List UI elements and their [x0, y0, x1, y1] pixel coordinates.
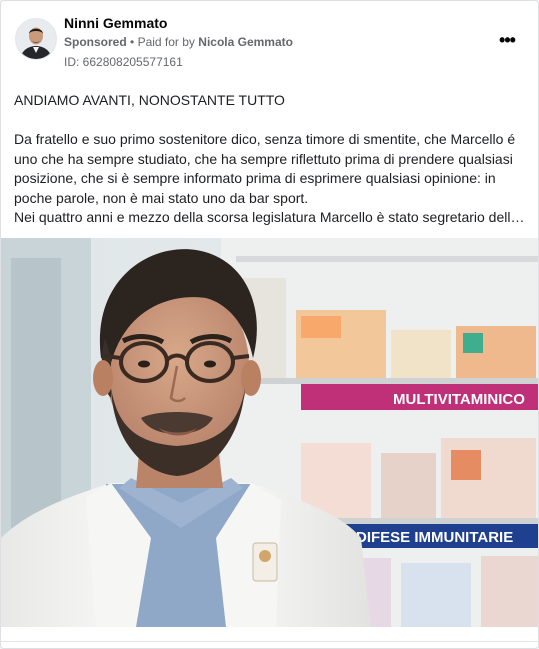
page-name[interactable]: Ninni Gemmato	[64, 15, 167, 31]
avatar[interactable]	[15, 18, 57, 60]
post-line: Da fratello e suo primo sostenitore dico…	[14, 131, 516, 147]
sponsored-label: Sponsored	[64, 35, 127, 49]
avatar-portrait-icon	[16, 19, 56, 59]
shelf-label-1: MULTIVITAMINICO	[393, 391, 525, 408]
ad-header: Ninni Gemmato Sponsored • Paid for by Ni…	[1, 1, 538, 81]
meta-separator: •	[130, 35, 135, 49]
sponsored-line: Sponsored • Paid for by Nicola Gemmato	[64, 35, 293, 49]
shelf-label-2: DIFESE IMMUNITARIE	[356, 529, 513, 546]
ad-id: ID: 662808205577161	[64, 55, 183, 69]
ad-card: Ninni Gemmato Sponsored • Paid for by Ni…	[0, 0, 539, 649]
paid-for-prefix: Paid for by	[137, 35, 195, 49]
more-options-icon[interactable]: •••	[495, 31, 519, 51]
divider	[1, 641, 538, 642]
ad-image[interactable]: MULTIVITAMINICO DIFESE IMMUNITARIE	[1, 238, 538, 627]
post-line: posizione, che si è sempre informato pri…	[14, 170, 496, 186]
post-line: poche parole, non è mai stato uno da bar…	[14, 189, 309, 206]
pharmacist-photo: MULTIVITAMINICO DIFESE IMMUNITARIE	[1, 238, 538, 627]
paid-for-by-name[interactable]: Nicola Gemmato	[198, 35, 293, 49]
post-headline: ANDIAMO AVANTI, NONOSTANTE TUTTO	[14, 92, 285, 108]
post-line-truncated[interactable]: Nei quattro anni e mezzo della scorsa le…	[14, 208, 530, 228]
post-text: ANDIAMO AVANTI, NONOSTANTE TUTTO Da frat…	[14, 91, 530, 228]
post-line: uno che ha sempre studiato, che ha sempr…	[14, 150, 513, 167]
